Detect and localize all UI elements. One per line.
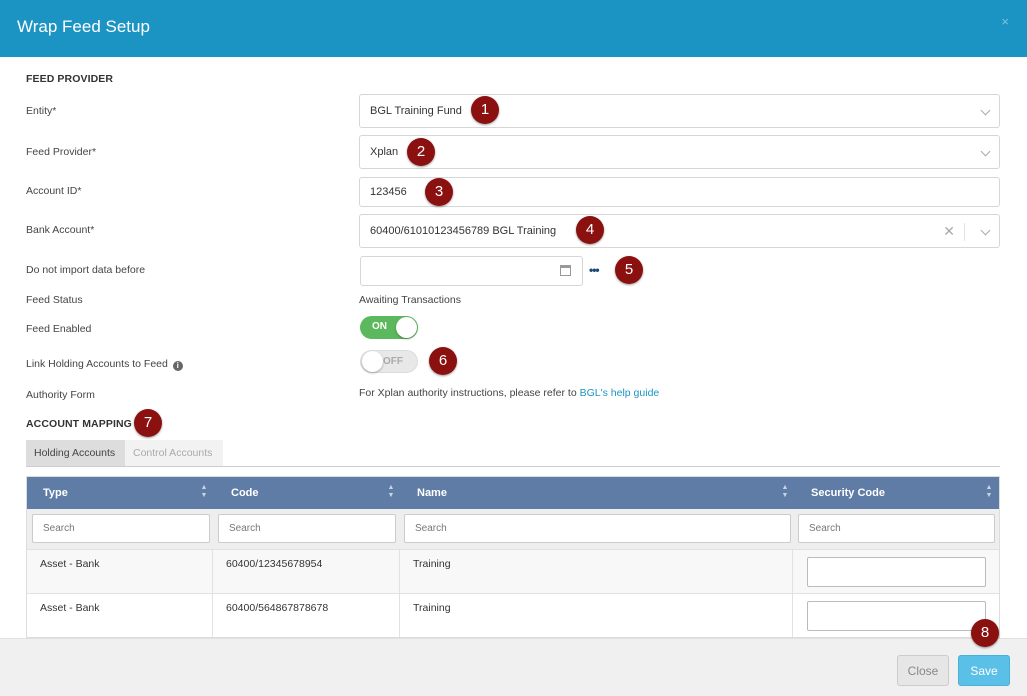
code-cell: 60400/564867878678 [213, 594, 400, 637]
callout-badge-8: 8 [971, 619, 999, 647]
help-guide-link[interactable]: BGL's help guide [580, 387, 660, 399]
link-holding-toggle[interactable]: OFF [360, 350, 418, 373]
callout-badge-5: 5 [615, 256, 643, 284]
toggle-state-text: OFF [383, 356, 403, 367]
account-id-value: 123456 [370, 186, 407, 198]
callout-badge-1: 1 [471, 96, 499, 124]
security-code-input[interactable] [807, 557, 986, 587]
security-code-search-input[interactable] [798, 514, 995, 543]
authority-form-instructions: For Xplan authority instructions, please… [359, 387, 580, 399]
security-code-input[interactable] [807, 601, 986, 631]
grid-filter-row [27, 509, 999, 549]
dialog-footer: Close Save [0, 638, 1027, 696]
feed-status-label: Feed Status [26, 294, 83, 306]
close-icon[interactable]: × [1001, 14, 1009, 29]
account-mapping-section-title: ACCOUNT MAPPING [26, 418, 132, 430]
dialog-header: Wrap Feed Setup × [0, 0, 1027, 57]
chevron-down-icon[interactable] [980, 225, 991, 236]
feed-enabled-label: Feed Enabled [26, 323, 92, 335]
info-icon[interactable]: i [172, 361, 183, 371]
bank-account-value: 60400/61010123456789 BGL Training [370, 225, 557, 237]
select-separator [964, 223, 965, 241]
link-holding-label-text: Link Holding Accounts to Feed [26, 358, 168, 370]
sort-icon[interactable]: ▲ ▼ [781, 484, 789, 500]
tab-holding-accounts[interactable]: Holding Accounts [26, 440, 125, 466]
name-cell: Training [400, 550, 793, 594]
callout-badge-4: 4 [576, 216, 604, 244]
code-search-input[interactable] [218, 514, 396, 543]
feed-provider-label: Feed Provider* [26, 146, 97, 158]
chevron-down-icon[interactable] [980, 146, 991, 157]
entity-value: BGL Training Fund [370, 105, 462, 117]
type-cell: Asset - Bank [27, 594, 213, 637]
grid-header: Type ▲ ▼ Code ▲ ▼ Name ▲ ▼ Security Code ▲ ▼ [27, 477, 999, 509]
authority-form-label: Authority Form [26, 389, 95, 401]
toggle-knob [396, 317, 417, 338]
account-id-label: Account ID* [26, 185, 82, 197]
callout-badge-2: 2 [407, 138, 435, 166]
account-id-input[interactable]: 123456 [359, 177, 1000, 207]
security-code-cell [793, 594, 999, 637]
feed-status-value: Awaiting Transactions [359, 294, 461, 306]
table-row[interactable]: Asset - Bank 60400/12345678954 Training [27, 549, 999, 594]
bank-account-select[interactable]: 60400/61010123456789 BGL Training ✕ [359, 214, 1000, 248]
type-cell: Asset - Bank [27, 550, 213, 594]
security-code-cell [793, 550, 999, 594]
save-button[interactable]: Save [958, 655, 1010, 686]
entity-label: Entity* [26, 105, 57, 117]
toggle-knob [362, 351, 383, 372]
calendar-icon[interactable] [560, 265, 571, 276]
code-cell: 60400/12345678954 [213, 550, 400, 594]
authority-form-text: For Xplan authority instructions, please… [359, 387, 659, 399]
column-header-type[interactable]: Type [27, 477, 213, 509]
column-header-security-code[interactable]: Security Code [795, 477, 999, 509]
close-button[interactable]: Close [897, 655, 949, 686]
holding-accounts-grid: Type ▲ ▼ Code ▲ ▼ Name ▲ ▼ Security Code ▲ ▼… [26, 476, 1000, 638]
tabs-divider [26, 466, 1000, 467]
import-before-label: Do not import data before [26, 264, 146, 276]
callout-badge-7: 7 [134, 409, 162, 437]
column-header-code[interactable]: Code [215, 477, 401, 509]
toggle-state-text: ON [372, 321, 387, 332]
name-search-input[interactable] [404, 514, 791, 543]
table-row[interactable]: Asset - Bank 60400/564867878678 Training [27, 593, 999, 637]
chevron-down-icon[interactable] [980, 105, 991, 116]
entity-select[interactable]: BGL Training Fund [359, 94, 1000, 128]
sort-icon[interactable]: ▲ ▼ [200, 484, 208, 500]
column-header-name[interactable]: Name [401, 477, 793, 509]
sort-icon[interactable]: ▲ ▼ [985, 484, 993, 500]
feed-enabled-toggle[interactable]: ON [360, 316, 418, 339]
link-holding-label: Link Holding Accounts to Feed i [26, 358, 183, 371]
callout-badge-6: 6 [429, 347, 457, 375]
sort-icon[interactable]: ▲ ▼ [387, 484, 395, 500]
feed-provider-select[interactable]: Xplan [359, 135, 1000, 169]
callout-badge-3: 3 [425, 178, 453, 206]
type-search-input[interactable] [32, 514, 210, 543]
more-options-icon[interactable]: ••• [589, 263, 600, 277]
bank-account-label: Bank Account* [26, 224, 95, 236]
feed-provider-section-title: FEED PROVIDER [26, 73, 114, 85]
tab-control-accounts[interactable]: Control Accounts [125, 440, 223, 466]
import-before-date-input[interactable] [360, 256, 583, 286]
clear-icon[interactable]: ✕ [943, 223, 955, 240]
name-cell: Training [400, 594, 793, 637]
feed-provider-value: Xplan [370, 146, 399, 158]
dialog-title: Wrap Feed Setup [17, 17, 150, 36]
